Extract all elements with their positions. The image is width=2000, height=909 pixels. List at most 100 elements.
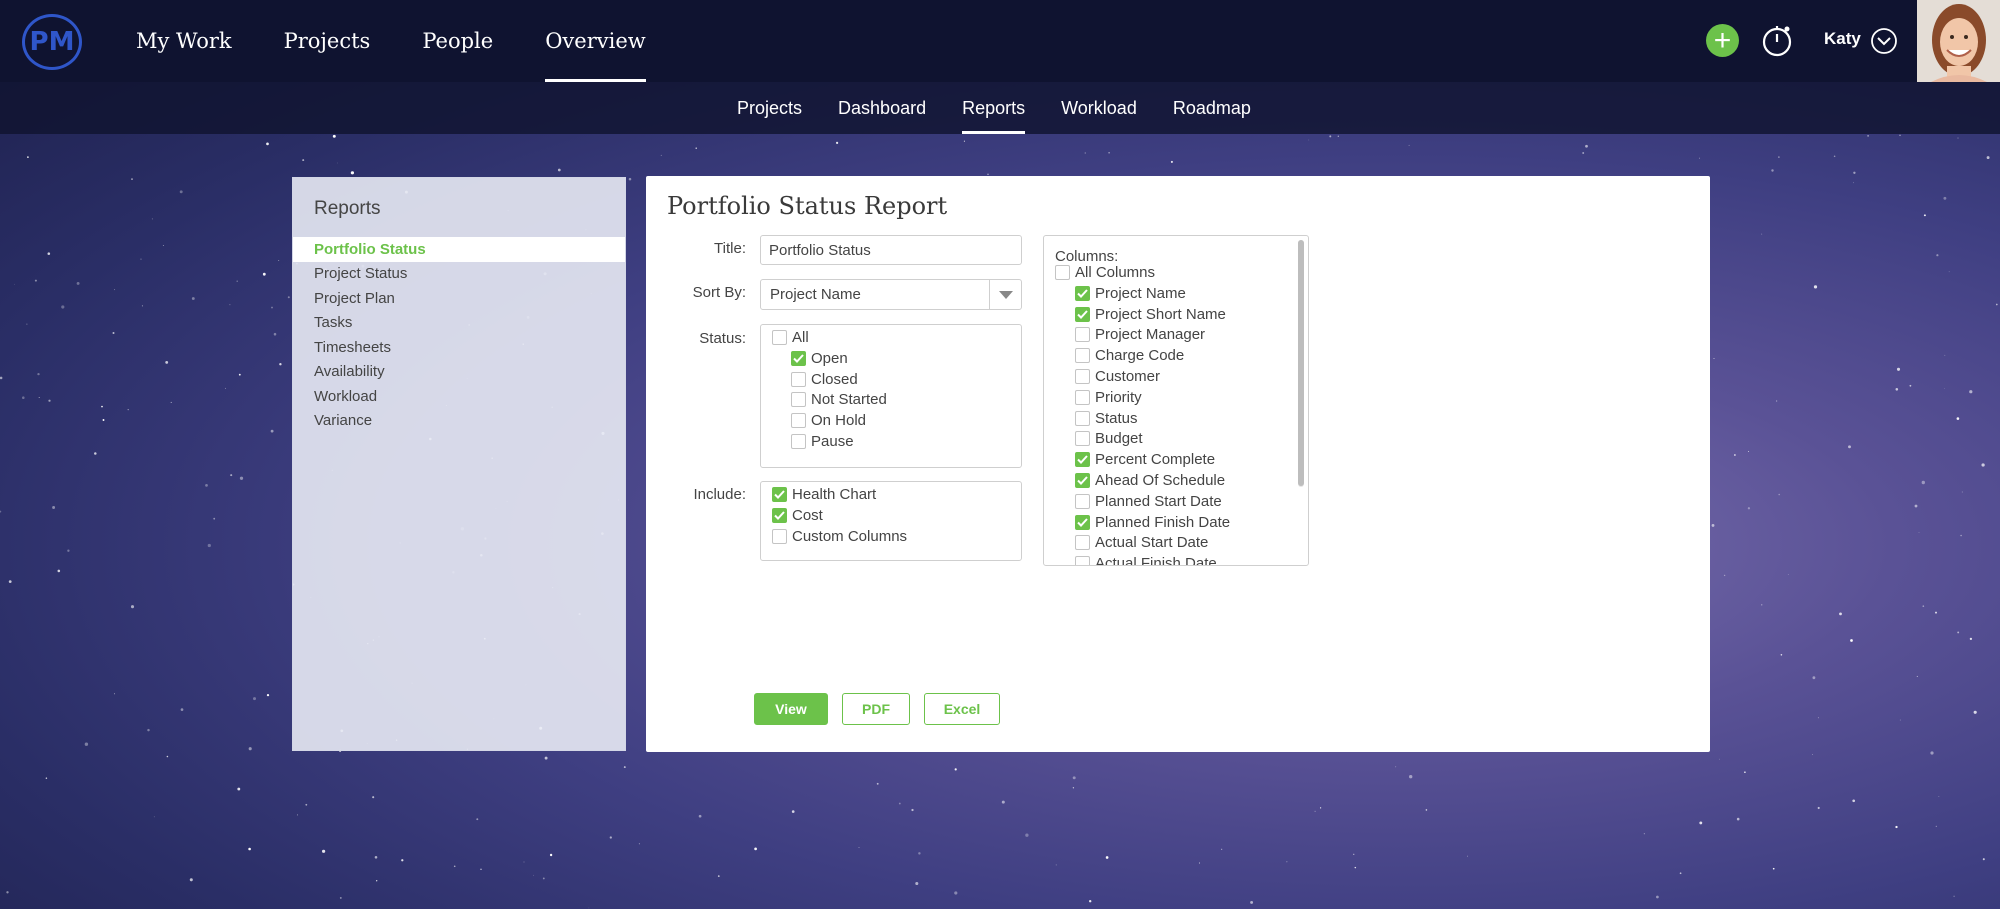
status-option-pause[interactable]: Pause <box>791 433 854 450</box>
sidebar-item-workload[interactable]: Workload <box>293 384 625 409</box>
checkbox-checked-icon[interactable] <box>772 487 787 502</box>
checkbox-checked-icon[interactable] <box>791 350 806 366</box>
column-option-charge-code[interactable]: Charge Code <box>1075 347 1184 364</box>
checkbox-icon[interactable] <box>1075 556 1090 565</box>
sidebar-item-project-status[interactable]: Project Status <box>293 262 625 287</box>
checkbox-checked-icon[interactable] <box>772 507 787 523</box>
columns-scrollbar-thumb[interactable] <box>1298 240 1304 486</box>
checkbox-icon[interactable] <box>1055 265 1070 280</box>
main-nav-overview[interactable]: Overview <box>545 0 646 82</box>
column-option-project-manager[interactable]: Project Manager <box>1075 326 1205 343</box>
column-option-label: Status <box>1095 409 1138 427</box>
title-field[interactable] <box>760 235 1022 265</box>
column-option-actual-finish-date[interactable]: Actual Finish Date <box>1075 555 1217 566</box>
sidebar-item-portfolio-status[interactable]: Portfolio Status <box>293 237 625 262</box>
checkbox-icon[interactable] <box>1075 389 1090 405</box>
sub-nav: Projects Dashboard Reports Workload Road… <box>737 82 1287 134</box>
include-option-label: Health Chart <box>792 486 877 503</box>
status-option-not-started[interactable]: Not Started <box>791 391 887 408</box>
tab-dashboard[interactable]: Dashboard <box>838 82 926 134</box>
checkbox-icon[interactable] <box>1075 369 1090 384</box>
tab-reports[interactable]: Reports <box>962 82 1026 134</box>
checkbox-icon[interactable] <box>791 392 806 408</box>
include-checklist: Health Chart Cost Custom Columns <box>760 481 1022 561</box>
column-option-label: Project Short Name <box>1095 305 1226 323</box>
app-logo[interactable]: PM <box>22 14 82 70</box>
checkbox-icon[interactable] <box>1075 431 1090 447</box>
columns-checklist[interactable]: Columns: All Columns Project Name Project … <box>1043 235 1309 566</box>
checkbox-icon[interactable] <box>772 528 787 544</box>
column-option-project-short-name[interactable]: Project Short Name <box>1075 306 1226 323</box>
avatar[interactable] <box>1917 0 2000 82</box>
sidebar-item-tasks[interactable]: Tasks <box>293 311 625 336</box>
checkbox-checked-icon[interactable] <box>1075 473 1090 488</box>
column-option-budget[interactable]: Budget <box>1075 430 1143 447</box>
sidebar-item-variance[interactable]: Variance <box>293 409 625 434</box>
user-name[interactable]: Katy <box>1824 29 1861 49</box>
checkbox-icon[interactable] <box>1075 410 1090 426</box>
column-option-planned-start-date[interactable]: Planned Start Date <box>1075 493 1222 510</box>
include-option-label: Custom Columns <box>792 527 908 545</box>
include-option-custom-columns[interactable]: Custom Columns <box>772 528 907 545</box>
status-option-label: On Hold <box>811 412 867 430</box>
main-nav-projects[interactable]: Projects <box>284 0 371 82</box>
column-option-planned-finish-date[interactable]: Planned Finish Date <box>1075 514 1230 531</box>
checkbox-icon[interactable] <box>791 413 806 429</box>
column-option-percent-complete[interactable]: Percent Complete <box>1075 451 1215 468</box>
stopwatch-icon[interactable] <box>1759 22 1795 58</box>
checkbox-icon[interactable] <box>791 371 806 387</box>
sort-by-value: Project Name <box>770 286 861 303</box>
column-option-label: Percent Complete <box>1095 451 1216 469</box>
include-label: Include: <box>693 486 746 503</box>
checkbox-icon[interactable] <box>1075 493 1090 509</box>
checkbox-icon[interactable] <box>1075 348 1090 364</box>
sort-by-select[interactable]: Project Name <box>760 279 1022 310</box>
column-option-label: Actual Finish Date <box>1095 555 1217 566</box>
excel-button[interactable]: Excel <box>924 693 1000 725</box>
column-option-customer[interactable]: Customer <box>1075 368 1160 385</box>
column-option-label: Budget <box>1095 430 1143 448</box>
status-option-all[interactable]: All <box>772 329 809 346</box>
checkbox-checked-icon[interactable] <box>1075 306 1090 322</box>
status-option-closed[interactable]: Closed <box>791 371 858 388</box>
pdf-button[interactable]: PDF <box>842 693 910 725</box>
main-nav-people[interactable]: People <box>422 0 493 82</box>
sidebar-item-timesheets[interactable]: Timesheets <box>293 335 625 360</box>
sidebar-item-availability[interactable]: Availability <box>293 360 625 385</box>
checkbox-icon[interactable] <box>772 330 787 345</box>
checkbox-checked-icon[interactable] <box>1075 452 1090 468</box>
checkbox-checked-icon[interactable] <box>1075 285 1090 301</box>
status-option-label: Open <box>811 349 848 367</box>
include-option-label: Cost <box>792 506 823 524</box>
page-title: Portfolio Status Report <box>667 192 948 220</box>
report-list: Portfolio Status Project Status Project … <box>293 237 625 433</box>
columns-scrollbar[interactable] <box>1298 240 1304 487</box>
chevron-down-circle-icon[interactable] <box>1870 27 1898 55</box>
checkbox-icon[interactable] <box>791 434 806 449</box>
view-button[interactable]: View <box>754 693 828 725</box>
tab-workload[interactable]: Workload <box>1061 82 1137 134</box>
checkbox-icon[interactable] <box>1075 535 1090 551</box>
plus-circle-icon[interactable]: + <box>1706 24 1739 57</box>
reports-sidebar: Reports Portfolio Status Project Status … <box>292 177 626 751</box>
column-option-project-name[interactable]: Project Name <box>1075 285 1186 302</box>
column-option-priority[interactable]: Priority <box>1075 389 1142 406</box>
caret-down-icon[interactable] <box>989 280 1021 309</box>
column-option-all-columns[interactable]: All Columns <box>1055 264 1155 281</box>
include-option-health-chart[interactable]: Health Chart <box>772 486 876 503</box>
sidebar-item-project-plan[interactable]: Project Plan <box>293 286 625 311</box>
column-option-actual-start-date[interactable]: Actual Start Date <box>1075 534 1208 551</box>
tab-roadmap[interactable]: Roadmap <box>1173 82 1251 134</box>
checkbox-icon[interactable] <box>1075 327 1090 343</box>
sort-by-label: Sort By: <box>692 284 746 301</box>
status-option-on-hold[interactable]: On Hold <box>791 412 866 429</box>
include-option-cost[interactable]: Cost <box>772 507 823 524</box>
main-nav-my-work[interactable]: My Work <box>136 0 232 82</box>
sub-navigation-bar: Projects Dashboard Reports Workload Road… <box>0 82 2000 134</box>
status-option-label: All <box>792 329 809 346</box>
checkbox-checked-icon[interactable] <box>1075 514 1090 530</box>
status-option-open[interactable]: Open <box>791 350 848 367</box>
tab-projects[interactable]: Projects <box>737 82 802 134</box>
column-option-status[interactable]: Status <box>1075 410 1138 427</box>
column-option-ahead-of-schedule[interactable]: Ahead Of Schedule <box>1075 472 1225 489</box>
